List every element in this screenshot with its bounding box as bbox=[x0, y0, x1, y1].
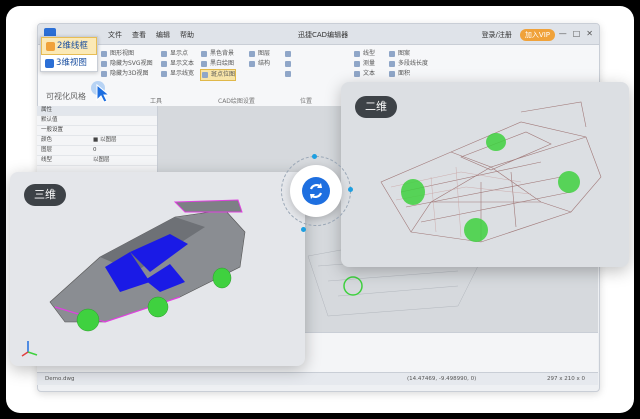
menu-help[interactable]: 帮助 bbox=[180, 30, 194, 40]
menu-view[interactable]: 查看 bbox=[132, 30, 146, 40]
orbit-dot bbox=[312, 154, 317, 159]
menu-edit[interactable]: 编辑 bbox=[156, 30, 170, 40]
ribbon-item[interactable]: 多段线长度 bbox=[388, 59, 428, 69]
ribbon-group-display: 显示点 显示文本 显示线宽 bbox=[160, 49, 194, 79]
ribbon-item[interactable]: 面积 bbox=[388, 69, 428, 79]
ribbon-group-label: 工具 bbox=[150, 98, 163, 105]
option-2d-wireframe[interactable]: 2维线框 bbox=[41, 37, 97, 55]
property-row[interactable]: 图层 0 bbox=[37, 146, 157, 156]
sync-icon bbox=[309, 183, 323, 199]
option-label: 3维视图 bbox=[56, 58, 87, 68]
visual-style-dropdown: 2维线框 3维视图 bbox=[40, 36, 98, 72]
menu-file[interactable]: 文件 bbox=[108, 30, 122, 40]
ribbon-item[interactable]: 图层 bbox=[248, 49, 270, 59]
ribbon-item[interactable]: 文本 bbox=[353, 69, 375, 79]
option-label: 2维线框 bbox=[57, 41, 88, 51]
property-row[interactable]: 线型 以图层 bbox=[37, 156, 157, 166]
ribbon-item[interactable] bbox=[284, 69, 324, 79]
ribbon-item[interactable]: 显示文本 bbox=[160, 59, 194, 69]
view-3d-panel: 三维 bbox=[10, 172, 305, 366]
ribbon-group-measure: 线型 测量 文本 bbox=[353, 49, 375, 79]
view-3d-label: 三维 bbox=[24, 184, 66, 206]
ribbon-item[interactable]: 图形视图 bbox=[100, 49, 153, 59]
view-2d-label: 二维 bbox=[355, 96, 397, 118]
ribbon-item[interactable]: 图案 bbox=[388, 49, 428, 59]
ribbon-item[interactable] bbox=[284, 59, 324, 69]
menu-bar: 文件 查看 编辑 帮助 bbox=[108, 30, 194, 40]
ribbon-item[interactable]: 斑点位图 bbox=[200, 69, 237, 81]
ribbon-item[interactable]: 显示点 bbox=[160, 49, 194, 59]
status-size: 297 x 210 x 0 bbox=[547, 376, 585, 382]
property-row[interactable]: 颜色 ■ 以图层 bbox=[37, 136, 157, 146]
wireframe-icon bbox=[46, 41, 55, 51]
ribbon-group-layers: 图层 结构 bbox=[248, 49, 270, 69]
cube-icon bbox=[45, 58, 54, 68]
ribbon-group-area: 图案 多段线长度 面积 bbox=[388, 49, 428, 79]
ribbon-item[interactable]: 隐藏为SVG视图 bbox=[100, 59, 153, 69]
orbit-dot bbox=[348, 187, 353, 192]
title-bar: 文件 查看 编辑 帮助 迅捷CAD编辑器 登录/注册 加入VIP — □ ✕ bbox=[38, 24, 599, 45]
properties-header: 属性 bbox=[37, 106, 157, 116]
ribbon-item[interactable]: 线型 bbox=[353, 49, 375, 59]
view-2d-panel: 二维 bbox=[341, 82, 629, 267]
sync-toggle[interactable] bbox=[281, 154, 353, 232]
window-title: 迅捷CAD编辑器 bbox=[298, 31, 349, 39]
minimize-icon[interactable]: — bbox=[559, 29, 567, 38]
ribbon-group-position bbox=[284, 49, 324, 79]
ribbon-item[interactable]: 隐藏为3D视图 bbox=[100, 69, 153, 79]
ribbon-item[interactable]: 黑色背景 bbox=[200, 49, 236, 59]
ribbon-item[interactable]: 测量 bbox=[353, 59, 375, 69]
status-file: Demo.dwg bbox=[45, 376, 75, 382]
ribbon-item[interactable]: 结构 bbox=[248, 59, 270, 69]
status-coords: (14.47469, -9.498990, 0) bbox=[407, 376, 477, 382]
login-link[interactable]: 登录/注册 bbox=[482, 30, 512, 40]
ribbon-group-label: 位置 bbox=[300, 98, 313, 105]
ribbon-item[interactable]: 显示线宽 bbox=[160, 69, 194, 79]
properties-filter[interactable]: 默认值 bbox=[37, 116, 157, 126]
axis-gizmo-icon bbox=[21, 341, 38, 357]
visual-style-group-label: 可视化风格 bbox=[46, 92, 86, 101]
ribbon-group-cad-settings: 黑色背景 黑白绘图 斑点位图 bbox=[200, 49, 237, 81]
vip-button[interactable]: 加入VIP bbox=[519, 29, 555, 41]
close-icon[interactable]: ✕ bbox=[586, 29, 593, 38]
option-3d-view[interactable]: 3维视图 bbox=[41, 55, 97, 71]
ribbon-group-tools: 图形视图 隐藏为SVG视图 隐藏为3D视图 bbox=[100, 49, 153, 79]
orbit-dot bbox=[301, 227, 306, 232]
ribbon-item[interactable]: 黑白绘图 bbox=[200, 59, 236, 69]
maximize-icon[interactable]: □ bbox=[573, 29, 581, 38]
ribbon-group-label: CAD绘图设置 bbox=[218, 98, 255, 105]
properties-section: 一般设置 bbox=[37, 126, 157, 136]
status-bar: Demo.dwg (14.47469, -9.498990, 0) 297 x … bbox=[37, 372, 598, 385]
pointer-cursor-icon bbox=[91, 81, 111, 103]
ribbon-item[interactable] bbox=[284, 49, 324, 59]
